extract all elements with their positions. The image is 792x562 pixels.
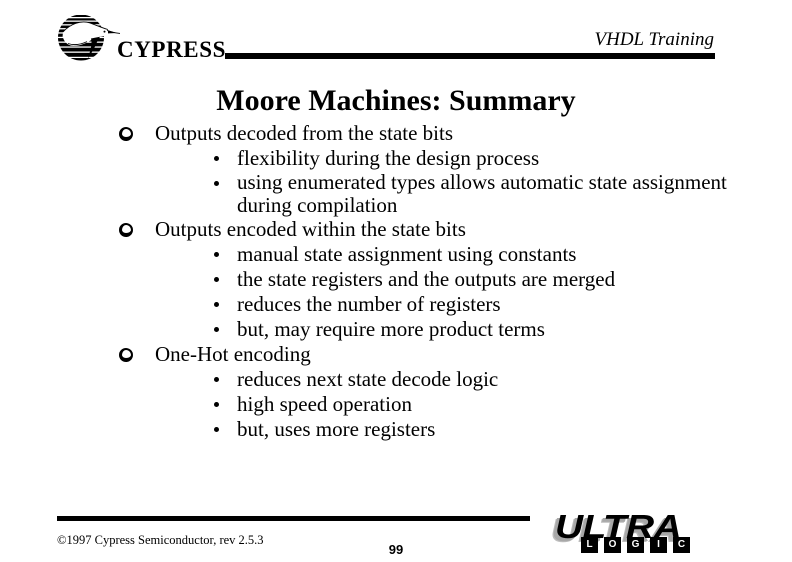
bullet-level1-text: One-Hot encoding bbox=[155, 342, 311, 366]
bullet-level2: manual state assignment using constants bbox=[0, 242, 792, 267]
logic-letter-blocks: L O G I C bbox=[581, 537, 690, 553]
logic-letter-block: I bbox=[650, 537, 667, 553]
slide-header: CYPRESS VHDL Training bbox=[0, 0, 792, 70]
round-dot-bullet-icon bbox=[212, 292, 224, 317]
course-title: VHDL Training bbox=[594, 29, 715, 50]
bullet-level2-text: the state registers and the outputs are … bbox=[237, 267, 616, 291]
slide-canvas: CYPRESS VHDL Training Moore Machines: Su… bbox=[0, 0, 792, 562]
logic-letter-block: G bbox=[627, 537, 644, 553]
bullet-level1: One-Hot encoding bbox=[0, 342, 792, 367]
bullet-level2: but, may require more product terms bbox=[0, 317, 792, 342]
ultra-logic-product-logo: ULTRA L O G I C bbox=[549, 510, 721, 558]
bullet-level1-text: Outputs decoded from the state bits bbox=[155, 121, 454, 145]
bullet-level2-text: flexibility during the design process bbox=[237, 146, 540, 170]
bullet-level2-text: reduces next state decode logic bbox=[237, 367, 499, 391]
slide-footer: ©1997 Cypress Semiconductor, rev 2.5.3 9… bbox=[0, 505, 792, 562]
round-dot-bullet-icon bbox=[212, 267, 224, 292]
hollow-circle-bullet-icon bbox=[119, 345, 136, 365]
round-dot-bullet-icon bbox=[212, 317, 224, 342]
bullet-level2-text: using enumerated types allows automatic … bbox=[237, 170, 727, 217]
bullet-level1: Outputs encoded within the state bits bbox=[0, 217, 792, 242]
hollow-circle-bullet-icon bbox=[119, 124, 136, 144]
bullet-level1-text: Outputs encoded within the state bits bbox=[155, 217, 466, 241]
bullet-level2: reduces the number of registers bbox=[0, 292, 792, 317]
round-dot-bullet-icon bbox=[212, 171, 224, 196]
round-dot-bullet-icon bbox=[212, 392, 224, 417]
header-divider-rule bbox=[225, 53, 715, 59]
bullet-level2-text: reduces the number of registers bbox=[237, 292, 501, 316]
logic-letter-block: L bbox=[581, 537, 598, 553]
bullet-level2: but, uses more registers bbox=[0, 417, 792, 442]
bullet-level2-text: manual state assignment using constants bbox=[237, 242, 577, 266]
round-dot-bullet-icon bbox=[212, 367, 224, 392]
bullet-level2: using enumerated types allows automatic … bbox=[0, 171, 792, 217]
slide-title: Moore Machines: Summary bbox=[216, 84, 576, 117]
footer-divider-rule bbox=[57, 516, 530, 521]
bullet-level1: Outputs decoded from the state bits bbox=[0, 121, 792, 146]
cypress-logo: CYPRESS bbox=[55, 14, 225, 62]
cypress-wordmark: CYPRESS bbox=[117, 37, 227, 62]
bullet-level2: reduces next state decode logic bbox=[0, 367, 792, 392]
round-dot-bullet-icon bbox=[212, 242, 224, 267]
slide-body: Outputs decoded from the state bits flex… bbox=[0, 121, 792, 442]
bullet-level2: flexibility during the design process bbox=[0, 146, 792, 171]
bullet-level2-text: but, may require more product terms bbox=[237, 317, 545, 341]
logic-letter-block: O bbox=[604, 537, 621, 553]
bullet-level2-text: but, uses more registers bbox=[237, 417, 436, 441]
cypress-semiconductor-circle-logo-icon bbox=[58, 14, 121, 61]
bullet-level2: high speed operation bbox=[0, 392, 792, 417]
bullet-level2-text: high speed operation bbox=[237, 392, 412, 416]
bullet-level2: the state registers and the outputs are … bbox=[0, 267, 792, 292]
logic-letter-block: C bbox=[673, 537, 690, 553]
hollow-circle-bullet-icon bbox=[119, 220, 136, 240]
round-dot-bullet-icon bbox=[212, 417, 224, 442]
round-dot-bullet-icon bbox=[212, 146, 224, 171]
